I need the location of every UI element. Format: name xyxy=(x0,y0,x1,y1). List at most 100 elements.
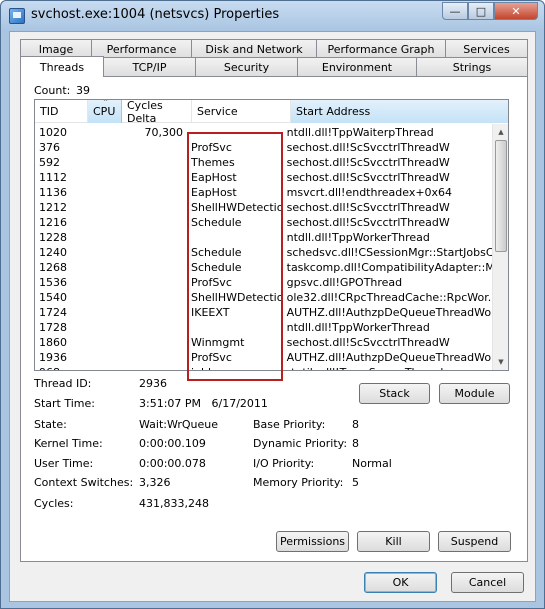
column-header-start-address[interactable]: Start Address xyxy=(291,100,508,123)
scroll-down-arrow-icon[interactable]: ▼ xyxy=(493,354,508,370)
cell-cycles xyxy=(119,320,187,335)
caption-buttons: — □ ✕ xyxy=(442,2,538,20)
cell-address: sechost.dll!ScSvcctrlThreadW xyxy=(286,156,450,169)
table-row[interactable]: 1724 IKEEXT AUTHZ.dll!AuthzpDeQueueThreadW… xyxy=(35,305,494,320)
maximize-button[interactable]: □ xyxy=(468,2,494,20)
cell-cpu xyxy=(86,200,119,215)
column-header-cpu-label: CPU xyxy=(93,105,116,118)
thread-id-value: 2936 xyxy=(139,377,167,390)
cell-cpu xyxy=(86,245,119,260)
cell-cpu xyxy=(86,140,119,155)
table-row[interactable]: 968 iphlpsvcrtutils.dll!TraceServerThread xyxy=(35,365,494,370)
table-row[interactable]: 1536 ProfSvc gpsvc.dll!GPOThread xyxy=(35,275,494,290)
dynamic-priority-label: Dynamic Priority: xyxy=(253,437,348,450)
table-row[interactable]: 1540 ShellHWDetection ole32.dll!CRpcThread… xyxy=(35,290,494,305)
tab-performance-graph[interactable]: Performance Graph xyxy=(316,39,446,58)
column-header-tid[interactable]: TID xyxy=(35,100,88,123)
cell-cycles xyxy=(119,215,187,230)
cell-service: ShellHWDetection xyxy=(191,201,283,214)
cell-cycles xyxy=(119,260,187,275)
table-row[interactable]: 1216 Schedule sechost.dll!ScSvcctrlThreadW xyxy=(35,215,494,230)
cell-cycles xyxy=(119,140,187,155)
cell-cpu xyxy=(86,185,119,200)
app-icon xyxy=(9,8,25,24)
module-button[interactable]: Module xyxy=(439,383,510,404)
cell-tid: 592 xyxy=(39,156,60,169)
tab-strings[interactable]: Strings xyxy=(416,57,528,76)
tab-threads[interactable]: Threads xyxy=(20,56,104,77)
sort-ascending-icon: ^ xyxy=(103,99,109,106)
cell-service: Schedule xyxy=(191,261,242,274)
cell-service: ShellHWDetection xyxy=(191,291,283,304)
tab-services[interactable]: Services xyxy=(445,39,528,58)
close-button[interactable]: ✕ xyxy=(494,2,538,20)
ok-button[interactable]: OK xyxy=(364,572,437,593)
scroll-up-arrow-icon[interactable]: ▲ xyxy=(493,124,508,140)
cell-cycles xyxy=(119,170,187,185)
threads-table[interactable]: TID ^ CPU Cycles Delta Service Start Add… xyxy=(34,99,509,371)
tab-disk-and-network[interactable]: Disk and Network xyxy=(191,39,317,58)
cell-address: gpsvc.dll!GPOThread xyxy=(286,276,403,289)
cell-cycles xyxy=(119,245,187,260)
cell-address: sechost.dll!ScSvcctrlThreadW xyxy=(286,336,450,349)
table-row[interactable]: 1136 EapHost msvcrt.dll!endthreadex+0x64 xyxy=(35,185,494,200)
table-row[interactable]: 1228 ntdll.dll!TppWorkerThread xyxy=(35,230,494,245)
column-header-cpu[interactable]: ^ CPU xyxy=(88,100,122,123)
table-rows: 1020 70,300 ntdll.dll!TppWaiterpThread 376 P… xyxy=(35,125,494,370)
cycles-value: 431,833,248 xyxy=(139,497,209,510)
memory-priority-value: 5 xyxy=(352,476,359,489)
cell-service: Themes xyxy=(191,156,235,169)
window-title: svchost.exe:1004 (netsvcs) Properties xyxy=(31,7,280,22)
cell-cpu xyxy=(86,215,119,230)
stack-button[interactable]: Stack xyxy=(359,383,430,404)
column-header-service[interactable]: Service xyxy=(192,100,291,123)
count-value: 39 xyxy=(76,84,90,97)
cell-cpu xyxy=(86,350,119,365)
cell-cycles xyxy=(119,305,187,320)
table-row[interactable]: 1936 ProfSvc AUTHZ.dll!AuthzpDeQueueThread… xyxy=(35,350,494,365)
cell-tid: 1136 xyxy=(39,186,67,199)
base-priority-value: 8 xyxy=(352,418,359,431)
cell-address: ole32.dll!CRpcThreadCache::RpcWor... xyxy=(286,291,494,304)
kill-button[interactable]: Kill xyxy=(357,531,430,552)
table-row[interactable]: 1240 Schedule schedsvc.dll!CSessionMgr::St… xyxy=(35,245,494,260)
table-row[interactable]: 1860 Winmgmt sechost.dll!ScSvcctrlThreadW xyxy=(35,335,494,350)
cell-tid: 1540 xyxy=(39,291,67,304)
cell-address: sechost.dll!ScSvcctrlThreadW xyxy=(286,171,450,184)
cell-cpu xyxy=(86,320,119,335)
cell-cpu xyxy=(86,275,119,290)
title-bar[interactable]: svchost.exe:1004 (netsvcs) Properties — … xyxy=(1,1,544,31)
cell-cpu xyxy=(86,170,119,185)
tab-environment[interactable]: Environment xyxy=(297,57,417,76)
cell-address: ntdll.dll!TppWorkerThread xyxy=(286,231,430,244)
io-priority-value: Normal xyxy=(352,457,392,470)
column-header-cycles-delta[interactable]: Cycles Delta xyxy=(122,100,192,125)
suspend-button[interactable]: Suspend xyxy=(438,531,511,552)
cell-cycles xyxy=(119,185,187,200)
minimize-button[interactable]: — xyxy=(442,2,468,20)
table-row[interactable]: 592 Themes sechost.dll!ScSvcctrlThreadW xyxy=(35,155,494,170)
table-row[interactable]: 1728 ntdll.dll!TppWorkerThread xyxy=(35,320,494,335)
tab-security[interactable]: Security xyxy=(195,57,298,76)
cycles-label: Cycles: xyxy=(34,497,74,510)
cancel-button[interactable]: Cancel xyxy=(451,572,524,593)
cell-tid: 1112 xyxy=(39,171,67,184)
tab-tcpip[interactable]: TCP/IP xyxy=(103,57,196,76)
tab-row-front: Threads TCP/IP Security Environment Stri… xyxy=(20,56,528,77)
cell-cycles xyxy=(119,200,187,215)
start-time-label: Start Time: xyxy=(34,397,95,410)
thread-id-label: Thread ID: xyxy=(34,377,92,390)
cell-address: ntdll.dll!TppWorkerThread xyxy=(286,321,430,334)
tab-performance[interactable]: Performance xyxy=(91,39,192,58)
table-row[interactable]: 1268 Schedule taskcomp.dll!CompatibilityAd… xyxy=(35,260,494,275)
scrollbar-thumb[interactable] xyxy=(495,140,507,252)
cell-tid: 1020 xyxy=(39,126,67,139)
table-row[interactable]: 376 ProfSvc sechost.dll!ScSvcctrlThreadW xyxy=(35,140,494,155)
permissions-button[interactable]: Permissions xyxy=(276,531,349,552)
table-row[interactable]: 1112 EapHost sechost.dll!ScSvcctrlThreadW xyxy=(35,170,494,185)
table-row[interactable]: 1212 ShellHWDetection sechost.dll!ScSvcctr… xyxy=(35,200,494,215)
table-row[interactable]: 1020 70,300 ntdll.dll!TppWaiterpThread xyxy=(35,125,494,140)
cell-cycles: 70,300 xyxy=(144,126,184,139)
vertical-scrollbar[interactable]: ▲ ▼ xyxy=(492,124,508,370)
user-time-label: User Time: xyxy=(34,457,94,470)
